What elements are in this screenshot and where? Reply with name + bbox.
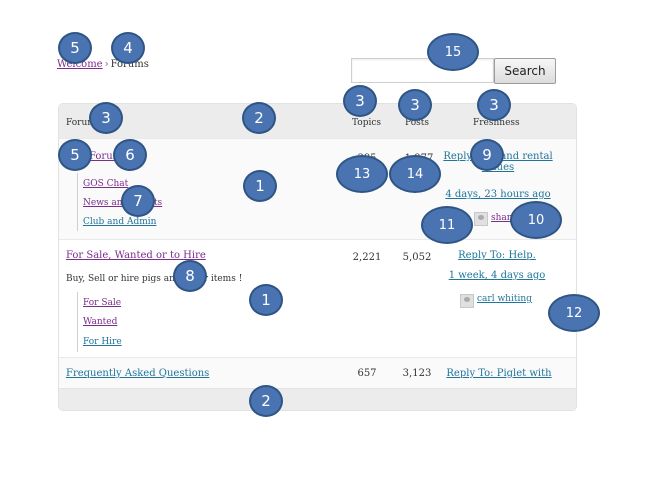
freshness-link[interactable]: Reply To: Help.	[437, 250, 557, 261]
breadcrumb-separator: ›	[104, 59, 109, 70]
subforum-divider	[77, 292, 78, 352]
search-button[interactable]: Search	[494, 58, 556, 84]
forum-title-link[interactable]: For Sale, Wanted or to Hire	[66, 250, 206, 261]
subforum-link[interactable]: Wanted	[83, 317, 117, 327]
table-row: Frequently Asked Questions 657 3,123 Rep…	[59, 357, 576, 389]
annotation-badge: 6	[113, 139, 147, 171]
topic-count: 657	[357, 368, 377, 379]
annotation-badge: 2	[249, 385, 283, 417]
annotation-badge: 11	[421, 206, 473, 244]
header-topics: Topics	[352, 118, 382, 128]
subforum-link[interactable]: Club and Admin	[83, 217, 156, 227]
annotation-badge: 3	[477, 89, 511, 121]
table-footer	[59, 388, 576, 410]
post-count: 5,052	[402, 252, 432, 263]
annotation-badge: 4	[111, 32, 145, 64]
annotation-badge: 3	[398, 89, 432, 121]
topic-count: 2,221	[352, 252, 382, 263]
annotation-badge: 14	[389, 155, 441, 193]
annotation-badge: 13	[336, 155, 388, 193]
author-link[interactable]: carl whiting	[477, 294, 532, 304]
annotation-badge: 8	[173, 260, 207, 292]
annotation-badge: 10	[510, 201, 562, 239]
avatar[interactable]	[460, 294, 474, 308]
annotation-badge: 1	[249, 284, 283, 316]
annotation-badge: 12	[548, 294, 600, 332]
freshness-time[interactable]: 1 week, 4 days ago	[437, 270, 557, 281]
annotation-badge: 1	[243, 170, 277, 202]
freshness-link[interactable]: Reply To: Piglet with	[439, 368, 559, 379]
annotation-badge: 5	[58, 32, 92, 64]
freshness-time[interactable]: 4 days, 23 hours ago	[438, 189, 558, 200]
forum-title-link[interactable]: Frequently Asked Questions	[66, 368, 209, 379]
annotation-badge: 2	[242, 102, 276, 134]
table-row: For Sale, Wanted or to Hire Buy, Sell or…	[59, 239, 576, 358]
annotation-badge: 3	[89, 102, 123, 134]
forum-description: Buy, Sell or hire pigs and other items !	[66, 274, 243, 284]
annotation-badge: 5	[58, 139, 92, 171]
annotation-badge: 7	[121, 185, 155, 217]
subforum-link[interactable]: GOS Chat	[83, 179, 128, 189]
subforum-link[interactable]: For Sale	[83, 298, 121, 308]
annotation-badge: 3	[343, 85, 377, 117]
subforum-divider	[77, 173, 78, 231]
post-count: 3,123	[402, 368, 432, 379]
annotation-badge: 15	[427, 33, 479, 71]
subforum-link[interactable]: For Hire	[83, 337, 122, 347]
avatar[interactable]	[474, 212, 488, 226]
annotation-badge: 9	[470, 139, 504, 171]
